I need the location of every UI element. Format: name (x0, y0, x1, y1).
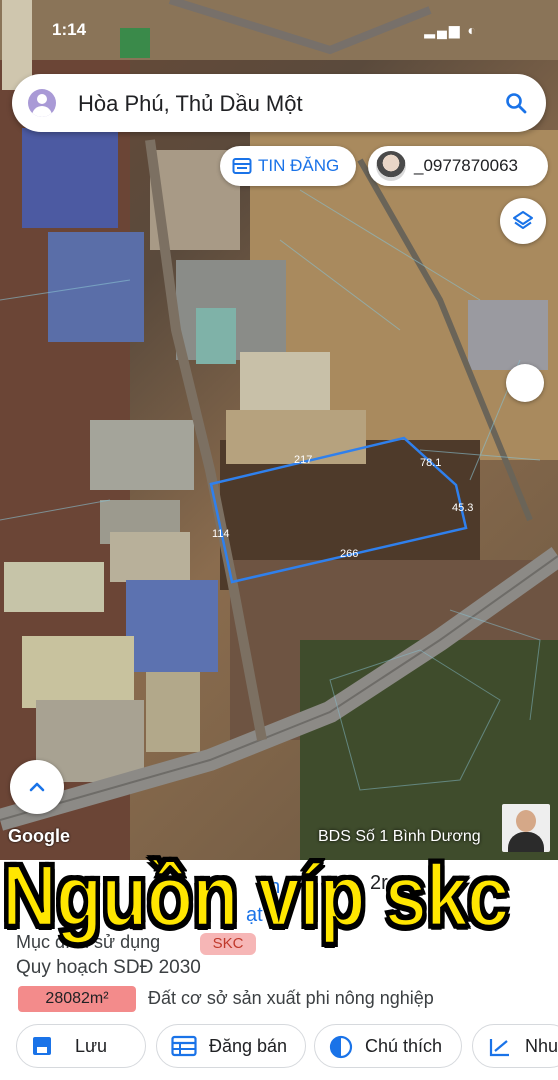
status-icons: ▂▄▆ ◐ (424, 22, 478, 38)
edge-label: 114 (212, 528, 230, 540)
edge-label: 217 (294, 454, 313, 466)
planning-label: Quy hoạch SDĐ 2030 (16, 957, 201, 978)
layers-icon (513, 211, 533, 229)
more-button[interactable]: Nhu (472, 1024, 558, 1068)
edge-label: 78.1 (420, 457, 442, 469)
save-button[interactable]: Lưu (16, 1024, 146, 1068)
map-control-button[interactable] (506, 364, 544, 402)
post-listing-chip[interactable]: TIN ĐĂNG (220, 146, 356, 186)
map-layers-button[interactable] (500, 198, 546, 244)
save-icon (33, 1037, 51, 1055)
contact-avatar (376, 151, 406, 181)
edge-label: 266 (340, 548, 359, 560)
edge-label: 45.3 (452, 502, 474, 514)
legend-label: Chú thích (365, 1036, 443, 1056)
legend-button[interactable]: Chú thích (314, 1024, 462, 1068)
post-listing-label: TIN ĐĂNG (258, 156, 340, 175)
measure-icon (489, 1039, 509, 1057)
chevron-up-icon (29, 782, 45, 792)
agency-name: BDS Số 1 Bình Dương (318, 828, 481, 845)
contact-phone-chip[interactable]: _0977870063 (368, 146, 548, 186)
profile-avatar-icon[interactable] (28, 89, 56, 117)
status-time: 1:14 (52, 20, 87, 39)
contrast-icon (329, 1035, 353, 1059)
search-icon[interactable] (504, 91, 528, 115)
post-sell-button[interactable]: Đăng bán (156, 1024, 306, 1068)
search-bar[interactable]: Hòa Phú, Thủ Dầu Một (12, 74, 546, 132)
google-attribution: Google (8, 826, 70, 846)
agency-photo (502, 804, 550, 852)
expand-panel-button[interactable] (10, 760, 64, 814)
search-location-text[interactable]: Hòa Phú, Thủ Dầu Một (78, 91, 303, 117)
video-caption: Nguồn víp skc (0, 845, 510, 946)
listing-icon (171, 1035, 197, 1057)
area-description: Đất cơ sở sản xuất phi nông nghiệp (148, 988, 434, 1008)
listing-icon (232, 158, 252, 174)
more-label: Nhu (525, 1036, 558, 1056)
contact-phone-label: _0977870063 (414, 156, 519, 175)
area-badge: 28082m² (18, 986, 136, 1012)
post-sell-label: Đăng bán (209, 1036, 288, 1056)
save-label: Lưu (75, 1036, 108, 1056)
